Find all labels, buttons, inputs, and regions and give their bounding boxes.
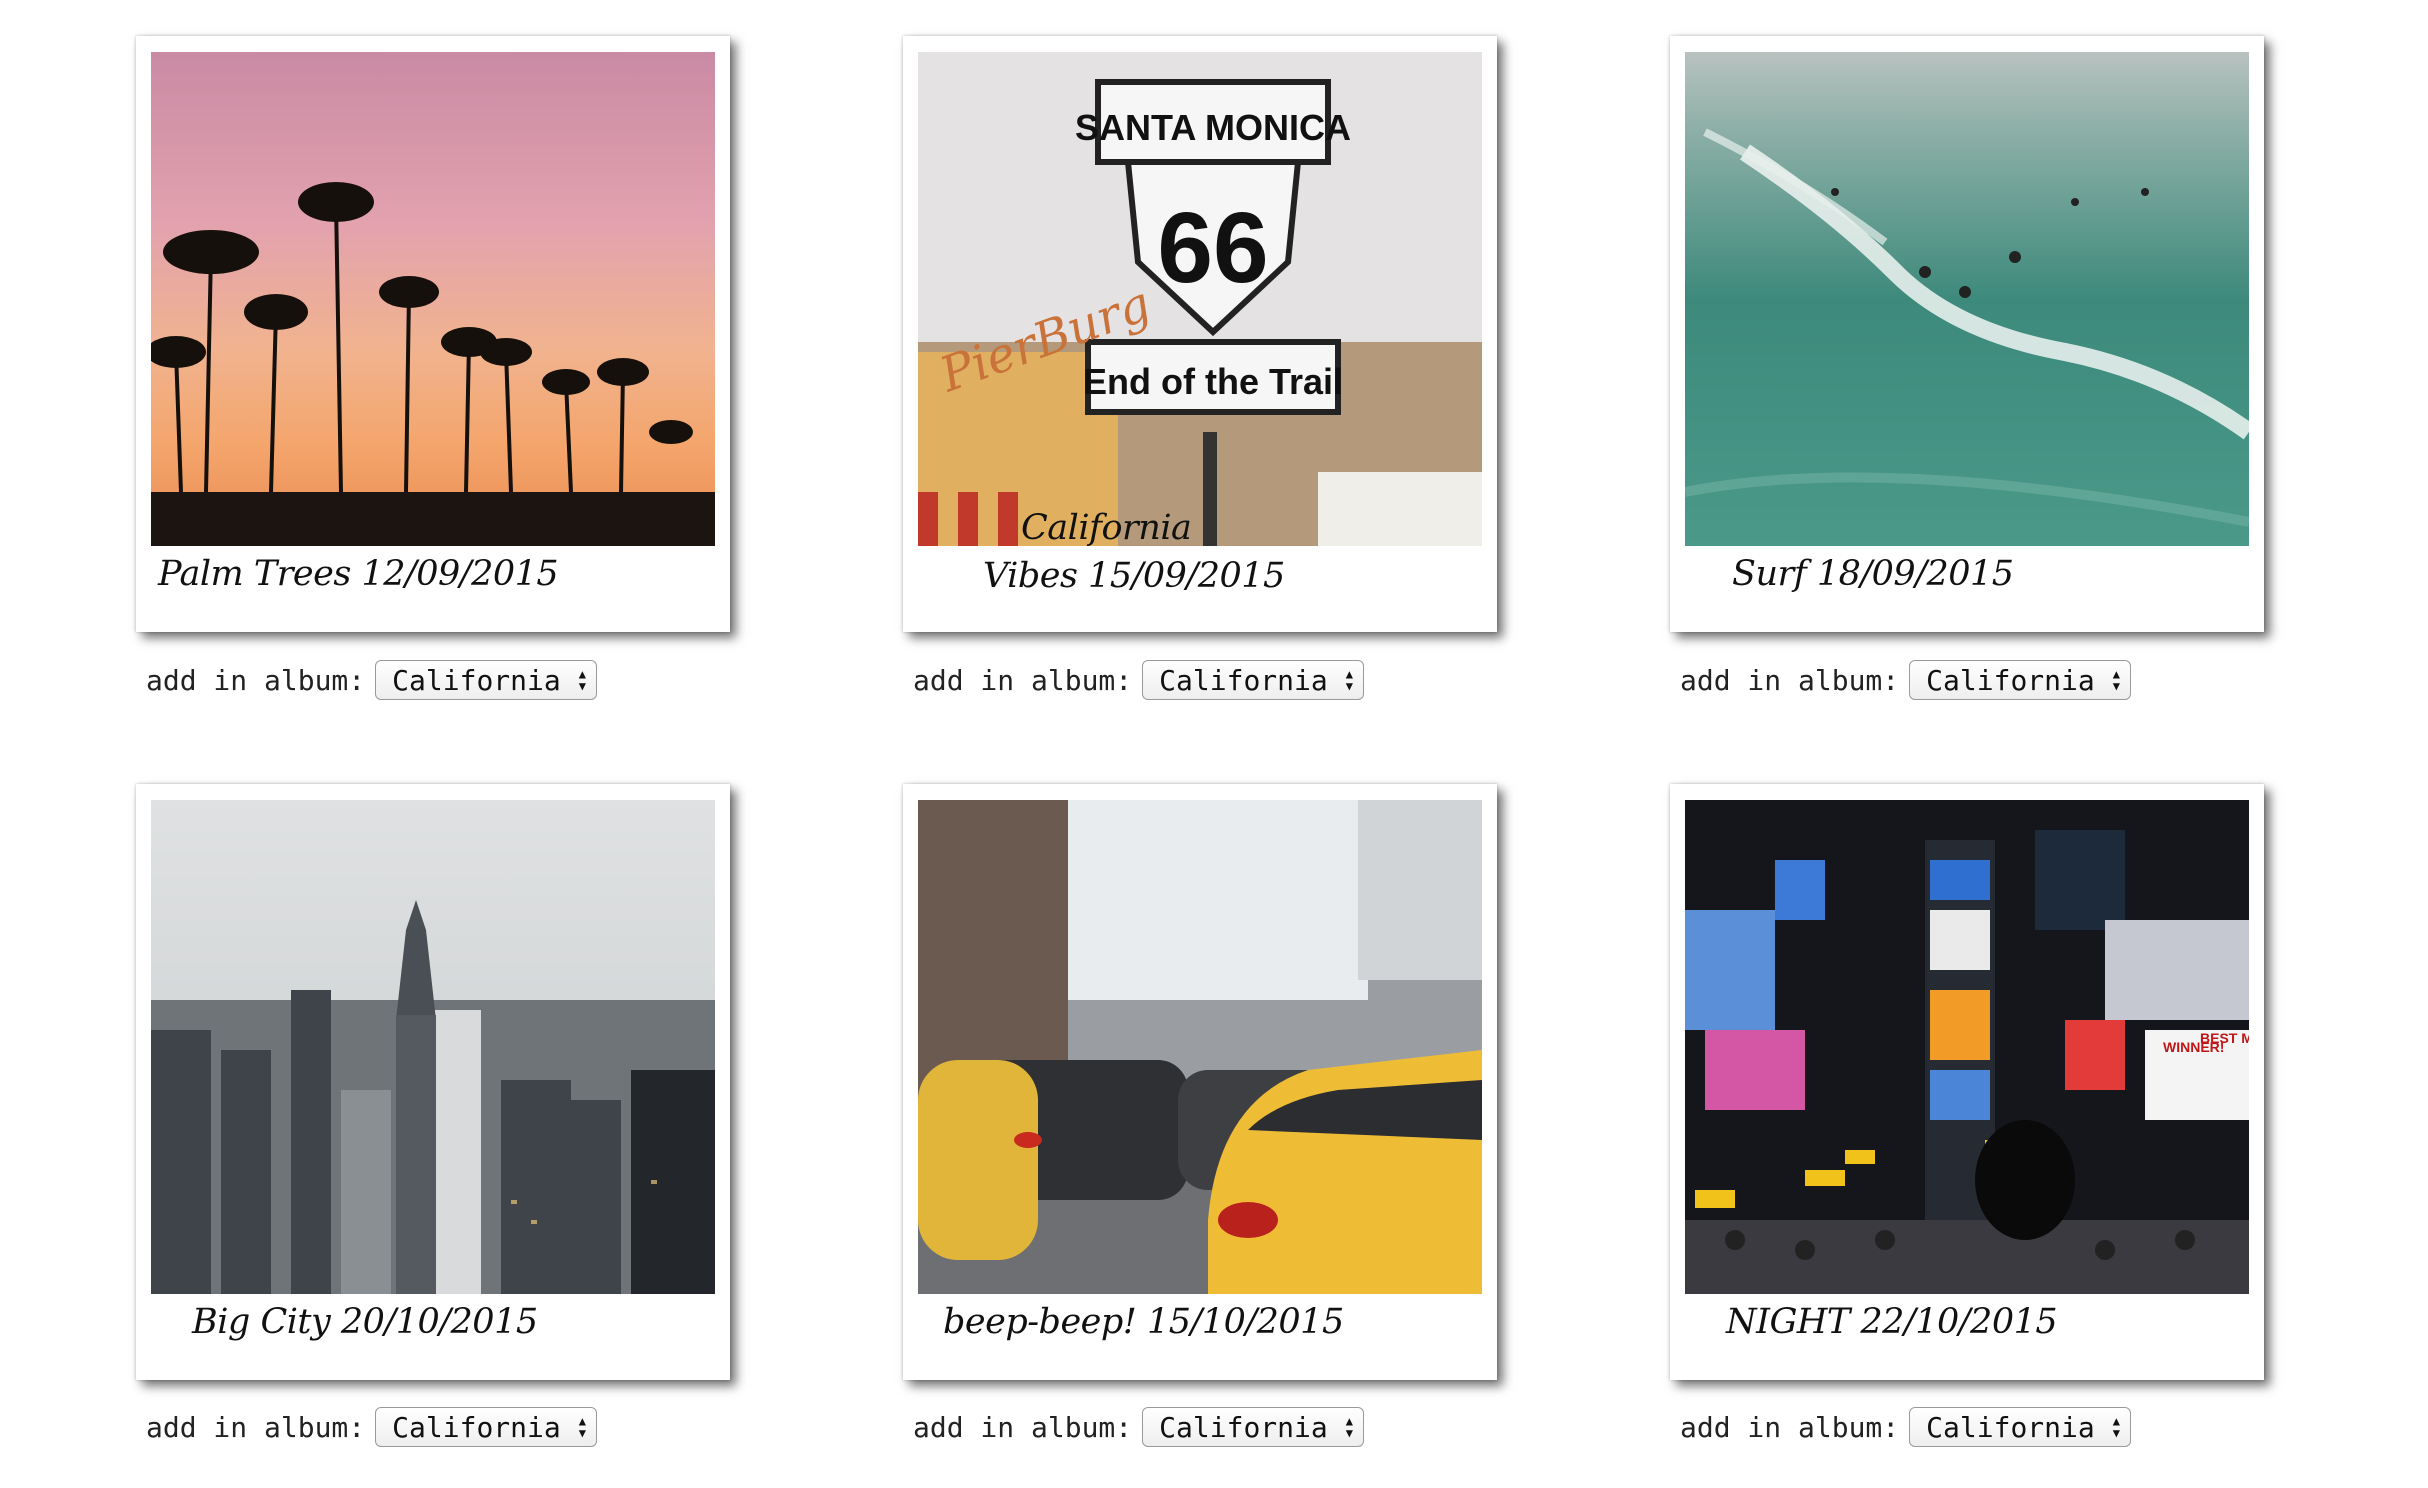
polaroid-card-big-city: Big City 20/10/2015 bbox=[136, 784, 730, 1380]
photo-caption: NIGHT 22/10/2015 bbox=[1726, 1302, 2058, 1342]
album-select-value: California bbox=[392, 663, 561, 697]
caption-line-1: California bbox=[1021, 508, 1192, 548]
select-arrows-icon: ▲ ▼ bbox=[1345, 1414, 1353, 1440]
album-select[interactable]: California ▲ ▼ bbox=[1142, 660, 1364, 700]
album-label: add in album: bbox=[913, 1410, 1133, 1444]
caption-line-2: Vibes 15/09/2015 bbox=[983, 556, 1285, 596]
select-arrows-icon: ▲ ▼ bbox=[578, 667, 586, 693]
photo-caption: Surf 18/09/2015 bbox=[1732, 554, 2014, 594]
sign-bottom-text: End of the Trail bbox=[1083, 361, 1343, 402]
select-arrows-icon: ▲ ▼ bbox=[578, 1414, 586, 1440]
photo-caption: beep-beep! 15/10/2015 bbox=[943, 1302, 1344, 1342]
album-row-beep-beep: add in album: California ▲ ▼ bbox=[913, 1407, 1364, 1447]
select-arrows-icon: ▲ ▼ bbox=[1345, 667, 1353, 693]
album-row-surf: add in album: California ▲ ▼ bbox=[1680, 660, 2131, 700]
billboard-text-2: BEST M bbox=[2200, 1030, 2249, 1046]
photo-big-city bbox=[151, 800, 715, 1294]
photo-surf bbox=[1685, 52, 2249, 546]
photo-caption: Palm Trees 12/09/2015 bbox=[158, 554, 559, 594]
photo-palm-trees bbox=[151, 52, 715, 546]
album-select[interactable]: California ▲ ▼ bbox=[1909, 1407, 2131, 1447]
album-select-value: California bbox=[392, 1410, 561, 1444]
album-select-value: California bbox=[1926, 663, 2095, 697]
album-select[interactable]: California ▲ ▼ bbox=[1142, 1407, 1364, 1447]
polaroid-card-palm-trees: Palm Trees 12/09/2015 bbox=[136, 36, 730, 632]
album-select-value: California bbox=[1926, 1410, 2095, 1444]
album-label: add in album: bbox=[1680, 663, 1900, 697]
photo-taxis bbox=[918, 800, 1482, 1294]
polaroid-card-vibes: SANTA MONICA 66 End of the Trail PierBur… bbox=[903, 36, 1497, 632]
polaroid-card-surf: Surf 18/09/2015 bbox=[1670, 36, 2264, 632]
album-row-palm-trees: add in album: California ▲ ▼ bbox=[146, 660, 597, 700]
photo-times-square: WINNER! BEST M bbox=[1685, 800, 2249, 1294]
sign-number-text: 66 bbox=[1157, 192, 1268, 304]
album-select-value: California bbox=[1159, 663, 1328, 697]
album-label: add in album: bbox=[146, 1410, 366, 1444]
photo-caption: California Vibes 15/09/2015 bbox=[983, 504, 1285, 600]
album-select-value: California bbox=[1159, 1410, 1328, 1444]
select-arrows-icon: ▲ ▼ bbox=[2112, 1414, 2120, 1440]
album-label: add in album: bbox=[913, 663, 1133, 697]
photo-santa-monica: SANTA MONICA 66 End of the Trail PierBur… bbox=[918, 52, 1482, 546]
sign-top-text: SANTA MONICA bbox=[1075, 107, 1351, 148]
polaroid-card-night: WINNER! BEST M NIGHT 22/10/2015 bbox=[1670, 784, 2264, 1380]
polaroid-card-beep-beep: beep-beep! 15/10/2015 bbox=[903, 784, 1497, 1380]
album-row-night: add in album: California ▲ ▼ bbox=[1680, 1407, 2131, 1447]
album-row-big-city: add in album: California ▲ ▼ bbox=[146, 1407, 597, 1447]
album-select[interactable]: California ▲ ▼ bbox=[1909, 660, 2131, 700]
album-select[interactable]: California ▲ ▼ bbox=[375, 1407, 597, 1447]
photo-caption: Big City 20/10/2015 bbox=[192, 1302, 538, 1342]
album-label: add in album: bbox=[1680, 1410, 1900, 1444]
select-arrows-icon: ▲ ▼ bbox=[2112, 667, 2120, 693]
album-label: add in album: bbox=[146, 663, 366, 697]
album-row-vibes: add in album: California ▲ ▼ bbox=[913, 660, 1364, 700]
album-select[interactable]: California ▲ ▼ bbox=[375, 660, 597, 700]
